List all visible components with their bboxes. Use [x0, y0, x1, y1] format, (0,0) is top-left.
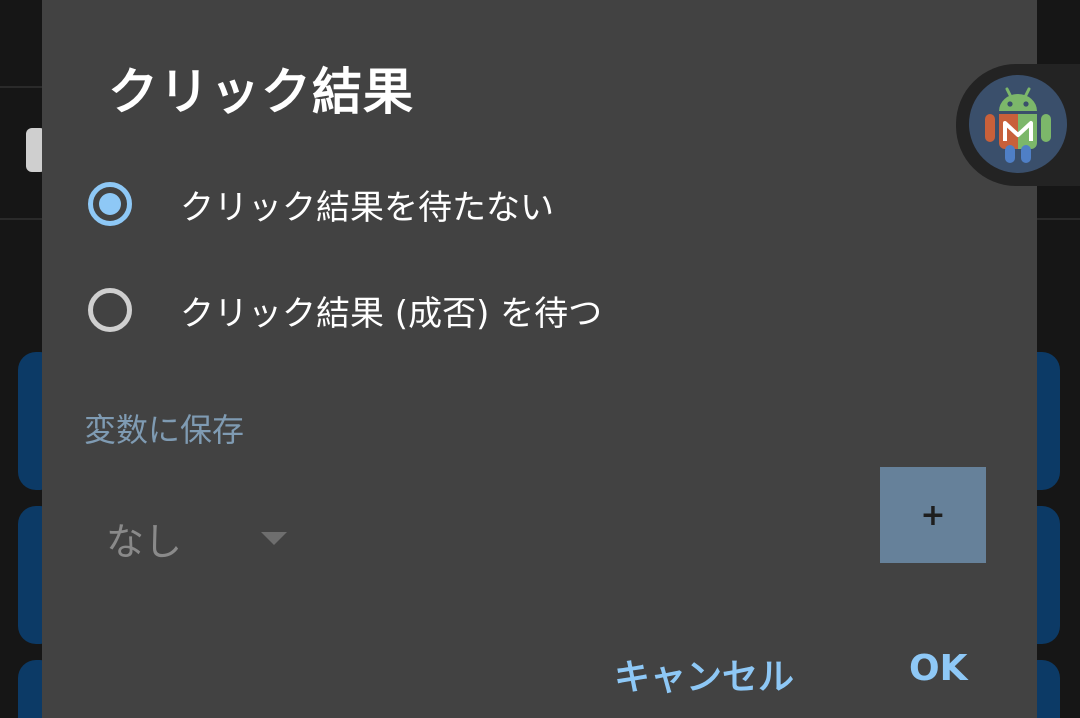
android-robot-icon-graphic — [985, 87, 1051, 163]
radio-checked-icon[interactable] — [88, 182, 132, 226]
dialog-title: クリック結果 — [108, 63, 414, 121]
option-label: クリック結果 (成否) を待つ — [180, 293, 603, 334]
option-label: クリック結果を待たない — [180, 187, 554, 228]
android-robot-icon[interactable] — [969, 75, 1067, 173]
save-to-variable-label: 変数に保存 — [84, 411, 245, 449]
screen: クリック結果 クリック結果を待たない クリック結果 (成否) を待つ 変数に保存… — [0, 0, 1080, 718]
add-variable-button[interactable]: + — [880, 467, 986, 563]
dropdown-value: なし — [106, 519, 183, 564]
click-result-dialog: クリック結果 クリック結果を待たない クリック結果 (成否) を待つ 変数に保存… — [42, 0, 1037, 718]
floating-overlay[interactable] — [956, 64, 1080, 186]
cancel-button[interactable]: キャンセル — [614, 648, 794, 700]
ok-button[interactable]: OK — [909, 648, 968, 689]
radio-unchecked-icon[interactable] — [88, 288, 132, 332]
option-wait-result[interactable]: クリック結果 (成否) を待つ — [88, 280, 788, 340]
option-no-wait[interactable]: クリック結果を待たない — [88, 174, 788, 234]
dropdown-arrow-icon — [261, 532, 287, 545]
variable-dropdown[interactable]: なし — [106, 506, 296, 570]
